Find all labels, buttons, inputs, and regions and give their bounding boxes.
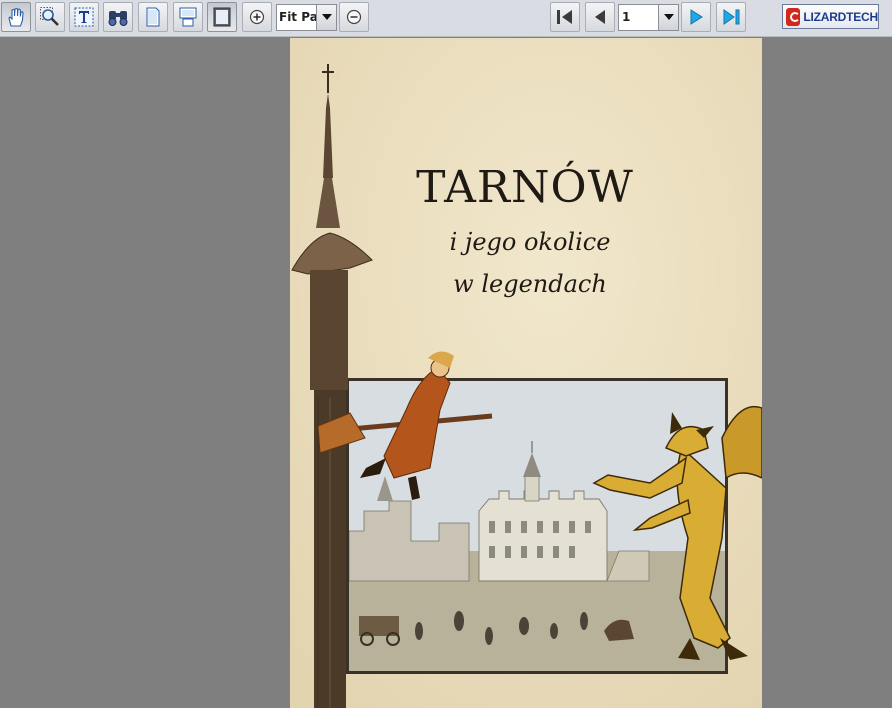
next-page-icon bbox=[690, 9, 703, 25]
document-page: TARNÓW i jego okolice w legendach bbox=[290, 38, 762, 708]
single-page-view-button[interactable] bbox=[138, 2, 168, 32]
wooden-pillar-icon bbox=[291, 64, 373, 708]
zoom-value: Fit Page bbox=[279, 10, 319, 24]
zoom-dropdown-button[interactable] bbox=[316, 5, 336, 30]
zoom-in-button[interactable] bbox=[242, 2, 272, 32]
cover-subtitle-line-2: w legendach bbox=[453, 270, 607, 298]
binoculars-icon bbox=[108, 11, 128, 26]
devil-figure-icon bbox=[592, 405, 762, 660]
zoom-select[interactable]: Fit Page bbox=[276, 4, 337, 31]
first-page-icon bbox=[557, 10, 572, 24]
single-page-icon bbox=[146, 7, 160, 27]
page-number-value: 1 bbox=[622, 10, 631, 24]
zoom-tool-button[interactable] bbox=[35, 2, 65, 32]
text-select-icon bbox=[74, 7, 94, 27]
text-select-tool-button[interactable] bbox=[69, 2, 99, 32]
page-dropdown-button[interactable] bbox=[658, 5, 678, 30]
last-page-icon bbox=[723, 9, 740, 25]
continuous-view-button[interactable] bbox=[173, 2, 203, 32]
zoom-out-icon bbox=[346, 9, 362, 25]
page-number-select[interactable]: 1 bbox=[618, 4, 679, 31]
chevron-down-icon bbox=[321, 14, 332, 20]
hand-tool-button[interactable] bbox=[1, 2, 31, 32]
lizardtech-logo[interactable]: LIZARDTECH bbox=[782, 4, 879, 29]
cover-figures-art bbox=[291, 64, 762, 708]
cover-title: TARNÓW bbox=[416, 162, 634, 213]
zoom-in-icon bbox=[249, 9, 265, 25]
find-tool-button[interactable] bbox=[103, 2, 133, 32]
facing-pages-view-button[interactable] bbox=[207, 2, 237, 32]
chevron-down-icon bbox=[663, 14, 674, 20]
previous-page-button[interactable] bbox=[585, 2, 615, 32]
cover-subtitle-line-1: i jego okolice bbox=[449, 228, 611, 256]
lizardtech-logo-icon bbox=[786, 7, 801, 26]
previous-page-icon bbox=[595, 10, 605, 24]
continuous-page-icon bbox=[179, 7, 197, 27]
zoom-out-button[interactable] bbox=[339, 2, 369, 32]
magnifier-icon bbox=[40, 7, 59, 26]
hand-icon bbox=[8, 7, 24, 27]
first-page-button[interactable] bbox=[550, 2, 580, 32]
toolbar: Fit Page 1 bbox=[0, 0, 892, 37]
last-page-button[interactable] bbox=[716, 2, 746, 32]
logo-text: LIZARDTECH bbox=[803, 9, 878, 24]
facing-page-icon bbox=[213, 7, 231, 27]
next-page-button[interactable] bbox=[681, 2, 711, 32]
